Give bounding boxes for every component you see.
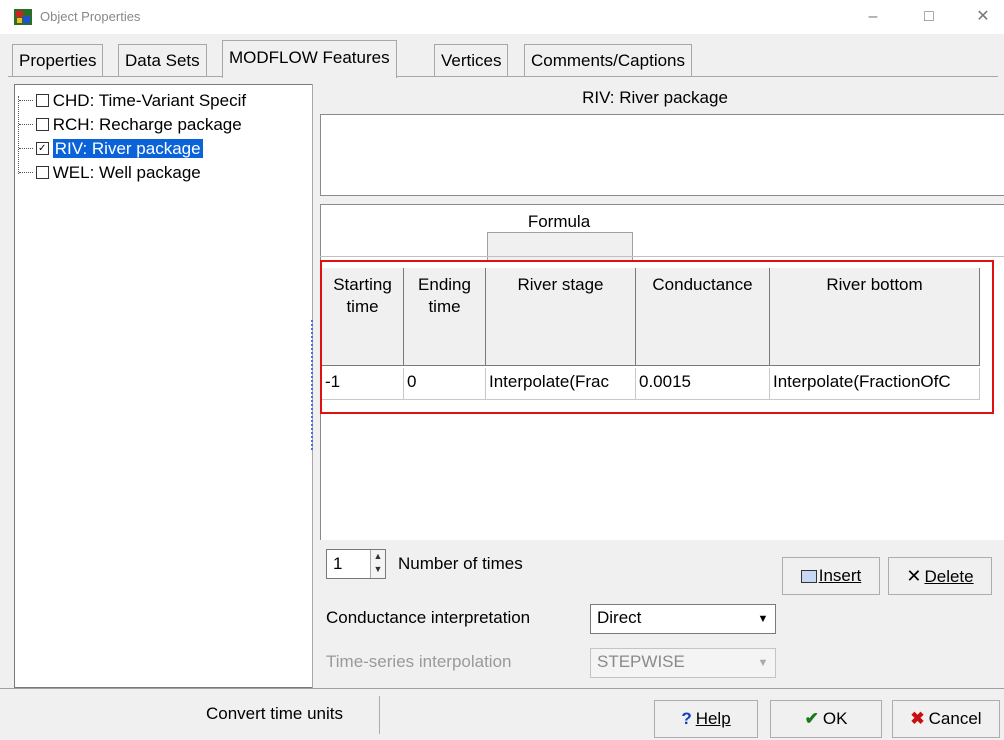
conductance-interpretation-select[interactable]: Direct ▼ [590, 604, 776, 634]
insert-icon [800, 570, 817, 584]
time-series-interpolation-select: STEPWISE ▼ [590, 648, 776, 678]
cancel-button[interactable]: ✖ Cancel [892, 700, 1000, 738]
chevron-down-icon: ▼ [757, 613, 769, 625]
checkbox-rch[interactable] [35, 118, 49, 132]
package-tree[interactable]: CHD: Time-Variant Specif RCH: Recharge p… [14, 84, 312, 688]
insert-button[interactable]: Insert [782, 557, 880, 595]
tab-modflow-features[interactable]: MODFLOW Features [222, 40, 397, 78]
convert-time-units-button[interactable]: Convert time units [170, 696, 380, 734]
formula-label: Formula [527, 212, 591, 231]
checkbox-wel[interactable] [35, 166, 49, 180]
checkbox-chd[interactable] [35, 94, 49, 108]
delete-button[interactable]: ✕ Delete [888, 557, 992, 595]
formula-divider [320, 256, 1004, 257]
tree-item-label: RCH: Recharge package [52, 115, 242, 134]
tree-item-label: CHD: Time-Variant Specif [52, 91, 247, 110]
tree-item-riv[interactable]: ✓ RIV: River package [15, 137, 203, 161]
tree-connector [18, 96, 19, 174]
number-of-times-label: Number of times [398, 554, 523, 573]
highlight-box [320, 260, 994, 414]
ok-button[interactable]: ✔ OK [770, 700, 882, 738]
time-series-interpolation-label: Time-series interpolation [326, 652, 512, 671]
package-title: RIV: River package [582, 88, 728, 107]
close-button[interactable]: ✕ [966, 4, 1000, 30]
tree-item-chd[interactable]: CHD: Time-Variant Specif [15, 89, 246, 113]
tab-comments-captions[interactable]: Comments/Captions [524, 44, 693, 76]
splitter-grip[interactable] [311, 320, 317, 450]
tab-vertices[interactable]: Vertices [434, 44, 509, 76]
package-description-memo[interactable] [320, 114, 1004, 196]
checkbox-riv[interactable]: ✓ [35, 142, 49, 156]
help-button[interactable]: ? Help [654, 700, 758, 738]
tree-item-label: WEL: Well package [52, 163, 201, 182]
tab-data-sets[interactable]: Data Sets [118, 44, 207, 76]
conductance-interpretation-label: Conductance interpretation [326, 608, 531, 627]
maximize-button[interactable]: □ [912, 4, 946, 30]
title-bar [0, 0, 1004, 34]
checkmark-icon: ✔ [804, 709, 819, 728]
chevron-down-icon: ▼ [757, 657, 769, 669]
cancel-icon: ✖ [910, 709, 925, 728]
window-title: Object Properties [40, 9, 141, 24]
tree-item-label: RIV: River package [52, 139, 203, 158]
help-icon: ? [681, 709, 692, 728]
tree-item-rch[interactable]: RCH: Recharge package [15, 113, 242, 137]
minimize-button[interactable]: – [856, 4, 890, 30]
delete-icon: ✕ [906, 566, 922, 586]
tab-properties[interactable]: Properties [12, 44, 104, 76]
footer-divider [0, 688, 1004, 689]
tree-item-wel[interactable]: WEL: Well package [15, 161, 201, 185]
app-icon [14, 9, 32, 25]
spinner-arrows-icon[interactable]: ▲ ▼ [370, 550, 385, 578]
